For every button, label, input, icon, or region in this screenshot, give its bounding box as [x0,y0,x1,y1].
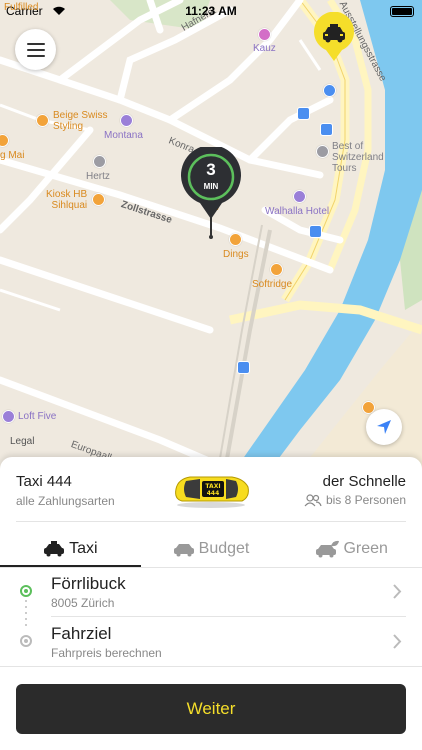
svg-text:444: 444 [207,490,220,497]
chevron-right-icon [393,584,402,599]
parking-poi-icon [320,123,333,136]
poi-g-mai[interactable]: g Mai [0,150,24,161]
pickup-subtitle: 8005 Zürich [51,596,115,610]
destination-dot-icon [20,635,32,647]
tab-green-label: Green [343,540,388,557]
divider [0,666,422,667]
poi-kauz[interactable]: Kauz [253,43,276,54]
poi-best-of-switzerland-tours[interactable]: Best of Switzerland Tours [332,141,384,174]
pickup-dot-icon [20,585,32,597]
transit-poi-icon [309,225,322,238]
poi-walhalla-hotel[interactable]: Walhalla Hotel [265,206,329,217]
category-tabs: Taxi Budget Green [0,531,422,568]
shop-poi-icon [36,114,49,127]
battery-icon [390,6,414,17]
map-view[interactable]: Kauz Beige Swiss Styling Montana g Mai H… [0,0,422,470]
service-speed: der Schnelle [322,473,406,490]
chevron-right-icon [393,634,402,649]
service-persons-label: bis 8 Personen [325,493,406,507]
car-icon [173,544,194,557]
shop-poi-icon [92,193,105,206]
legal-link[interactable]: Legal [10,436,34,447]
pickup-row[interactable]: Förrlibuck 8005 Zürich [0,568,422,616]
shopping-poi-icon [258,28,271,41]
eco-car-icon [316,540,340,558]
poi-fulfilled: Fulfilled [4,2,39,13]
poi-softridge[interactable]: Softridge [252,279,292,290]
tab-budget[interactable]: Budget [141,531,282,567]
hamburger-menu-icon[interactable] [15,29,56,70]
poi-dings[interactable]: Dings [223,249,249,260]
location-arrow-icon[interactable] [366,409,402,445]
taxi-icon [44,541,65,557]
poi-kiosk-hb-sihlquai[interactable]: Kiosk HB Sihlquai [46,189,87,211]
destination-subtitle: Fahrpreis berechnen [51,646,162,660]
taxi-car-icon: TAXI 444 [170,469,252,509]
eta-value: 3 [206,160,216,179]
service-name: Taxi 444 [16,473,72,490]
tab-taxi[interactable]: Taxi [0,531,141,568]
eta-unit: MIN [203,182,219,191]
info-poi-icon [323,84,336,97]
destination-title: Fahrziel [51,624,112,643]
poi-loft-five[interactable]: Loft Five [18,411,56,422]
hotel-poi-icon [293,190,306,203]
car-rental-poi-icon [93,155,106,168]
status-bar: Carrier 11:23 AM [0,0,422,22]
clock: 11:23 AM [185,4,237,18]
poi-beige-swiss-styling[interactable]: Beige Swiss Styling [53,110,107,132]
destination-row[interactable]: Fahrziel Fahrpreis berechnen [0,618,422,666]
poi-montana[interactable]: Montana [104,130,143,141]
tab-taxi-label: Taxi [69,540,98,557]
poi-hertz[interactable]: Hertz [86,171,110,182]
service-payment: alle Zahlungsarten [16,494,115,508]
pickup-title: Förrlibuck [51,574,126,593]
hotel-poi-icon [120,114,133,127]
tab-budget-label: Budget [198,540,250,557]
svg-text:TAXI: TAXI [205,483,220,490]
divider [16,521,406,522]
divider [51,616,406,617]
continue-button[interactable]: Weiter [16,684,406,734]
tab-green[interactable]: Green [281,531,422,567]
hotel-poi-icon [2,410,15,423]
eta-pin: 3 MIN [180,145,242,239]
shop-poi-icon [270,263,283,276]
service-capacity: bis 8 Personen [304,493,406,507]
parking-poi-icon [297,107,310,120]
persons-icon [304,493,322,506]
tour-poi-icon [316,145,329,158]
train-station-poi-icon [237,361,250,374]
